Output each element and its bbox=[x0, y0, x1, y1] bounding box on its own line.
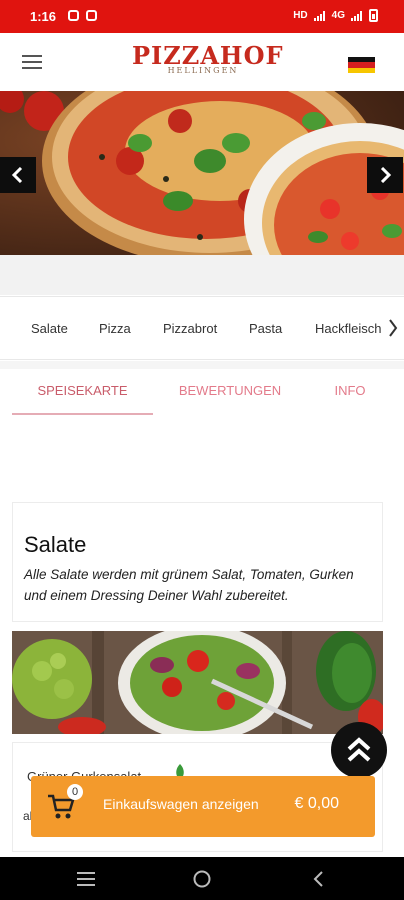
status-time: 1:16 bbox=[30, 9, 57, 24]
active-tab-indicator bbox=[12, 413, 153, 415]
category-item-pizza[interactable]: Pizza bbox=[99, 321, 131, 336]
spacer bbox=[0, 255, 404, 295]
salad-section-image bbox=[12, 631, 383, 734]
hero-carousel bbox=[0, 91, 404, 255]
recents-icon[interactable] bbox=[77, 872, 95, 886]
signal-icon bbox=[351, 10, 363, 21]
app-header: PIZZAHOF HELLINGEN bbox=[0, 33, 404, 91]
tab-info[interactable]: INFO bbox=[322, 383, 378, 398]
category-item-pasta[interactable]: Pasta bbox=[249, 321, 282, 336]
system-navigation-bar bbox=[0, 857, 404, 900]
category-item-hackfleisch[interactable]: Hackfleisch bbox=[315, 321, 381, 336]
spacer bbox=[0, 361, 404, 369]
logo-subtitle: HELLINGEN bbox=[167, 66, 239, 75]
network-type: 4G bbox=[331, 10, 345, 21]
germany-flag-icon[interactable] bbox=[348, 57, 375, 74]
home-circle-icon[interactable] bbox=[193, 870, 211, 888]
back-chevron-icon[interactable] bbox=[312, 871, 324, 887]
hamburger-icon[interactable] bbox=[22, 55, 42, 69]
chevron-left-icon bbox=[11, 167, 23, 183]
carousel-next-button[interactable] bbox=[367, 157, 403, 193]
scroll-to-top-button[interactable] bbox=[331, 722, 387, 778]
status-bar: 1:16 HD 4G bbox=[0, 0, 404, 33]
show-cart-button[interactable]: 0 Einkaufswagen anzeigen € 0,00 bbox=[31, 776, 375, 837]
cart-count-badge: 0 bbox=[67, 784, 83, 800]
category-scroll-right-button[interactable] bbox=[381, 314, 404, 342]
tab-speisekarte[interactable]: SPEISEKARTE bbox=[12, 383, 153, 398]
notification-icon bbox=[68, 10, 79, 21]
battery-icon bbox=[369, 9, 378, 22]
cart-label: Einkaufswagen anzeigen bbox=[103, 796, 259, 812]
section-description: Alle Salate werden mit grünem Salat, Tom… bbox=[24, 567, 354, 603]
pizza-hero-image bbox=[0, 91, 404, 255]
section-title: Salate bbox=[24, 532, 87, 557]
category-item-pizzabrot[interactable]: Pizzabrot bbox=[163, 321, 217, 336]
double-chevron-up-icon bbox=[347, 737, 371, 762]
notification-icon bbox=[86, 10, 97, 21]
chevron-right-icon bbox=[380, 167, 392, 183]
salad-image bbox=[12, 631, 383, 734]
category-item-salate[interactable]: Salate bbox=[31, 321, 68, 336]
status-indicators: HD 4G bbox=[293, 9, 378, 22]
chevron-right-icon bbox=[388, 319, 397, 337]
section-header-card: Salate Alle Salate werden mit grünem Sal… bbox=[12, 502, 383, 622]
cart-total: € 0,00 bbox=[294, 795, 339, 812]
carousel-prev-button[interactable] bbox=[0, 157, 36, 193]
category-bar: Salate Pizza Pizzabrot Pasta Hackfleisch bbox=[0, 296, 404, 360]
tab-bewertungen[interactable]: BEWERTUNGEN bbox=[170, 383, 290, 398]
hd-icon: HD bbox=[293, 10, 308, 21]
signal-icon bbox=[313, 10, 326, 21]
